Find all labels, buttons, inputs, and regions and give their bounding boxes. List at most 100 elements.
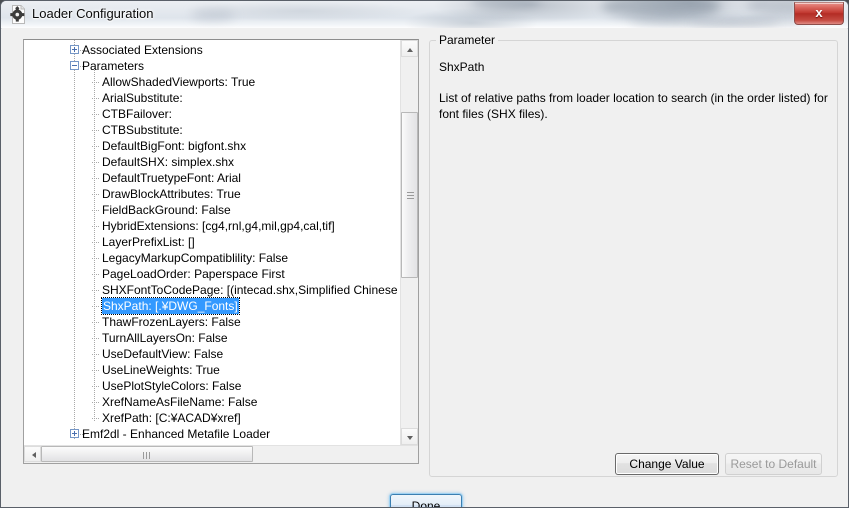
tree-item-label: XrefPath: [C:¥ACAD¥xref] (102, 411, 241, 425)
parameter-tree[interactable]: Associated Extensions Parameters AllowShad… (24, 40, 400, 445)
close-icon: x (815, 5, 823, 20)
done-button[interactable]: Done (390, 494, 462, 507)
tree-guide-line (92, 162, 100, 163)
tree-item-label: XrefNameAsFileName: False (102, 395, 258, 409)
tree-item[interactable]: Parameters (24, 58, 400, 74)
tree-guide-line (92, 386, 100, 387)
tree-item[interactable]: DefaultBigFont: bigfont.shx (24, 138, 400, 154)
chevron-up-icon (407, 48, 413, 52)
tree-item[interactable]: CTBFailover: (24, 106, 400, 122)
scroll-grip-icon (143, 452, 150, 459)
reset-to-default-button: Reset to Default (725, 453, 822, 475)
tree-item-selected[interactable]: ShxPath: [.¥DWG_Fonts] (24, 297, 400, 315)
parameter-tree-panel[interactable]: Associated Extensions Parameters AllowShad… (23, 39, 419, 464)
tree-guide-line (92, 370, 100, 371)
glass-blur-smudge (601, 1, 721, 19)
scrollbar-corner (401, 446, 418, 463)
tree-guide-line (92, 226, 100, 227)
tree-item[interactable]: UseLineWeights: True (24, 362, 400, 378)
scroll-grip-icon (407, 192, 414, 199)
tree-item-label: ShxPath: [.¥DWG_Fonts] (101, 297, 240, 315)
loader-configuration-window: Loader Configuration x Associated Extens… (0, 0, 849, 508)
glass-blur-smudge (191, 9, 235, 21)
tree-item-label: DefaultBigFont: bigfont.shx (102, 139, 247, 153)
tree-item-label: PageLoadOrder: Paperspace First (102, 267, 285, 281)
glass-blur-smudge (691, 19, 811, 27)
tree-item-label: TurnAllLayersOn: False (102, 331, 228, 345)
tree-item[interactable]: DefaultTruetypeFont: Arial (24, 170, 400, 186)
tree-guide-line (92, 114, 100, 115)
tree-item[interactable]: ThawFrozenLayers: False (24, 314, 400, 330)
window-title: Loader Configuration (32, 6, 154, 21)
chevron-down-icon (407, 436, 413, 440)
horizontal-scroll-thumb[interactable] (41, 446, 253, 462)
tree-item[interactable]: AllowShadedViewports: True (24, 74, 400, 90)
parameter-description: List of relative paths from loader locat… (439, 91, 828, 121)
tree-guide-line (92, 82, 100, 83)
tree-item-label: DrawBlockAttributes: True (102, 187, 241, 201)
tree-item-label: AllowShadedViewports: True (102, 75, 256, 89)
vertical-scroll-thumb[interactable] (401, 112, 418, 278)
tree-item-label: CTBSubstitute: (102, 123, 183, 137)
parameter-group-legend: Parameter (436, 33, 499, 47)
tree-item[interactable]: SHXFontToCodePage: [(intecad.shx,Simplif… (24, 282, 400, 298)
expand-icon[interactable] (70, 45, 79, 54)
tree-item[interactable]: TurnAllLayersOn: False (24, 330, 400, 346)
tree-vertical-scrollbar[interactable] (400, 40, 418, 445)
tree-item-label: DefaultTruetypeFont: Arial (102, 171, 241, 185)
expand-icon[interactable] (70, 429, 79, 438)
tree-guide-line (92, 194, 100, 195)
tree-item[interactable]: DrawBlockAttributes: True (24, 186, 400, 202)
tree-item[interactable]: UsePlotStyleColors: False (24, 378, 400, 394)
tree-item[interactable]: DefaultSHX: simplex.shx (24, 154, 400, 170)
tree-item[interactable]: UseDefaultView: False (24, 346, 400, 362)
tree-guide-line (92, 178, 100, 179)
gear-document-icon (10, 5, 25, 24)
tree-item-label: Associated Extensions (82, 43, 203, 57)
tree-item-label: LayerPrefixList: [] (102, 235, 195, 249)
change-value-button[interactable]: Change Value (615, 453, 719, 475)
tree-guide-line (92, 98, 100, 99)
tree-item[interactable]: HybridExtensions: [cg4,rnl,g4,mil,gp4,ca… (24, 218, 400, 234)
close-button[interactable]: x (794, 2, 844, 25)
tree-guide-line (92, 354, 100, 355)
tree-item[interactable]: Emf2dl - Enhanced Metafile Loader (24, 426, 400, 442)
scroll-up-button[interactable] (401, 40, 418, 57)
tree-item[interactable]: ArialSubstitute: (24, 90, 400, 106)
tree-guide-line (92, 242, 100, 243)
tree-guide-line (92, 402, 100, 403)
tree-item-label: SHXFontToCodePage: [(intecad.shx,Simplif… (102, 283, 400, 297)
tree-guide-line (92, 306, 100, 307)
tree-item-label: UsePlotStyleColors: False (102, 379, 242, 393)
tree-item-label: LegacyMarkupCompatiblility: False (102, 251, 289, 265)
tree-guide-line (92, 290, 100, 291)
tree-item-label: UseLineWeights: True (102, 363, 220, 377)
scroll-down-button[interactable] (401, 428, 418, 445)
collapse-icon[interactable] (70, 61, 79, 70)
tree-item[interactable]: XrefNameAsFileName: False (24, 394, 400, 410)
tree-item-label: DefaultSHX: simplex.shx (102, 155, 235, 169)
dialog-client-area: Associated Extensions Parameters AllowShad… (2, 28, 847, 507)
title-bar: Loader Configuration x (1, 1, 848, 29)
tree-horizontal-scrollbar[interactable] (24, 445, 418, 463)
tree-item[interactable]: Associated Extensions (24, 42, 400, 58)
tree-item-label: CTBFailover: (102, 107, 173, 121)
tree-item[interactable]: CTBSubstitute: (24, 122, 400, 138)
tree-guide-line (92, 322, 100, 323)
tree-guide-line (92, 146, 100, 147)
tree-item[interactable]: LayerPrefixList: [] (24, 234, 400, 250)
tree-guide-line (92, 210, 100, 211)
tree-item-label: FieldBackGround: False (102, 203, 231, 217)
scroll-left-button[interactable] (24, 446, 41, 462)
tree-item[interactable]: FieldBackGround: False (24, 202, 400, 218)
glass-blur-smudge (471, 1, 541, 10)
tree-item-label: Emf2dl - Enhanced Metafile Loader (82, 427, 271, 441)
tree-item[interactable]: LegacyMarkupCompatiblility: False (24, 250, 400, 266)
tree-item-label: UseDefaultView: False (102, 347, 224, 361)
tree-item[interactable]: PageLoadOrder: Paperspace First (24, 266, 400, 282)
glass-blur-smudge (629, 17, 779, 27)
parameter-name: ShxPath (439, 60, 485, 74)
tree-item-label: ArialSubstitute: (102, 91, 183, 105)
tree-item[interactable]: XrefPath: [C:¥ACAD¥xref] (24, 410, 400, 426)
tree-guide-line (92, 338, 100, 339)
